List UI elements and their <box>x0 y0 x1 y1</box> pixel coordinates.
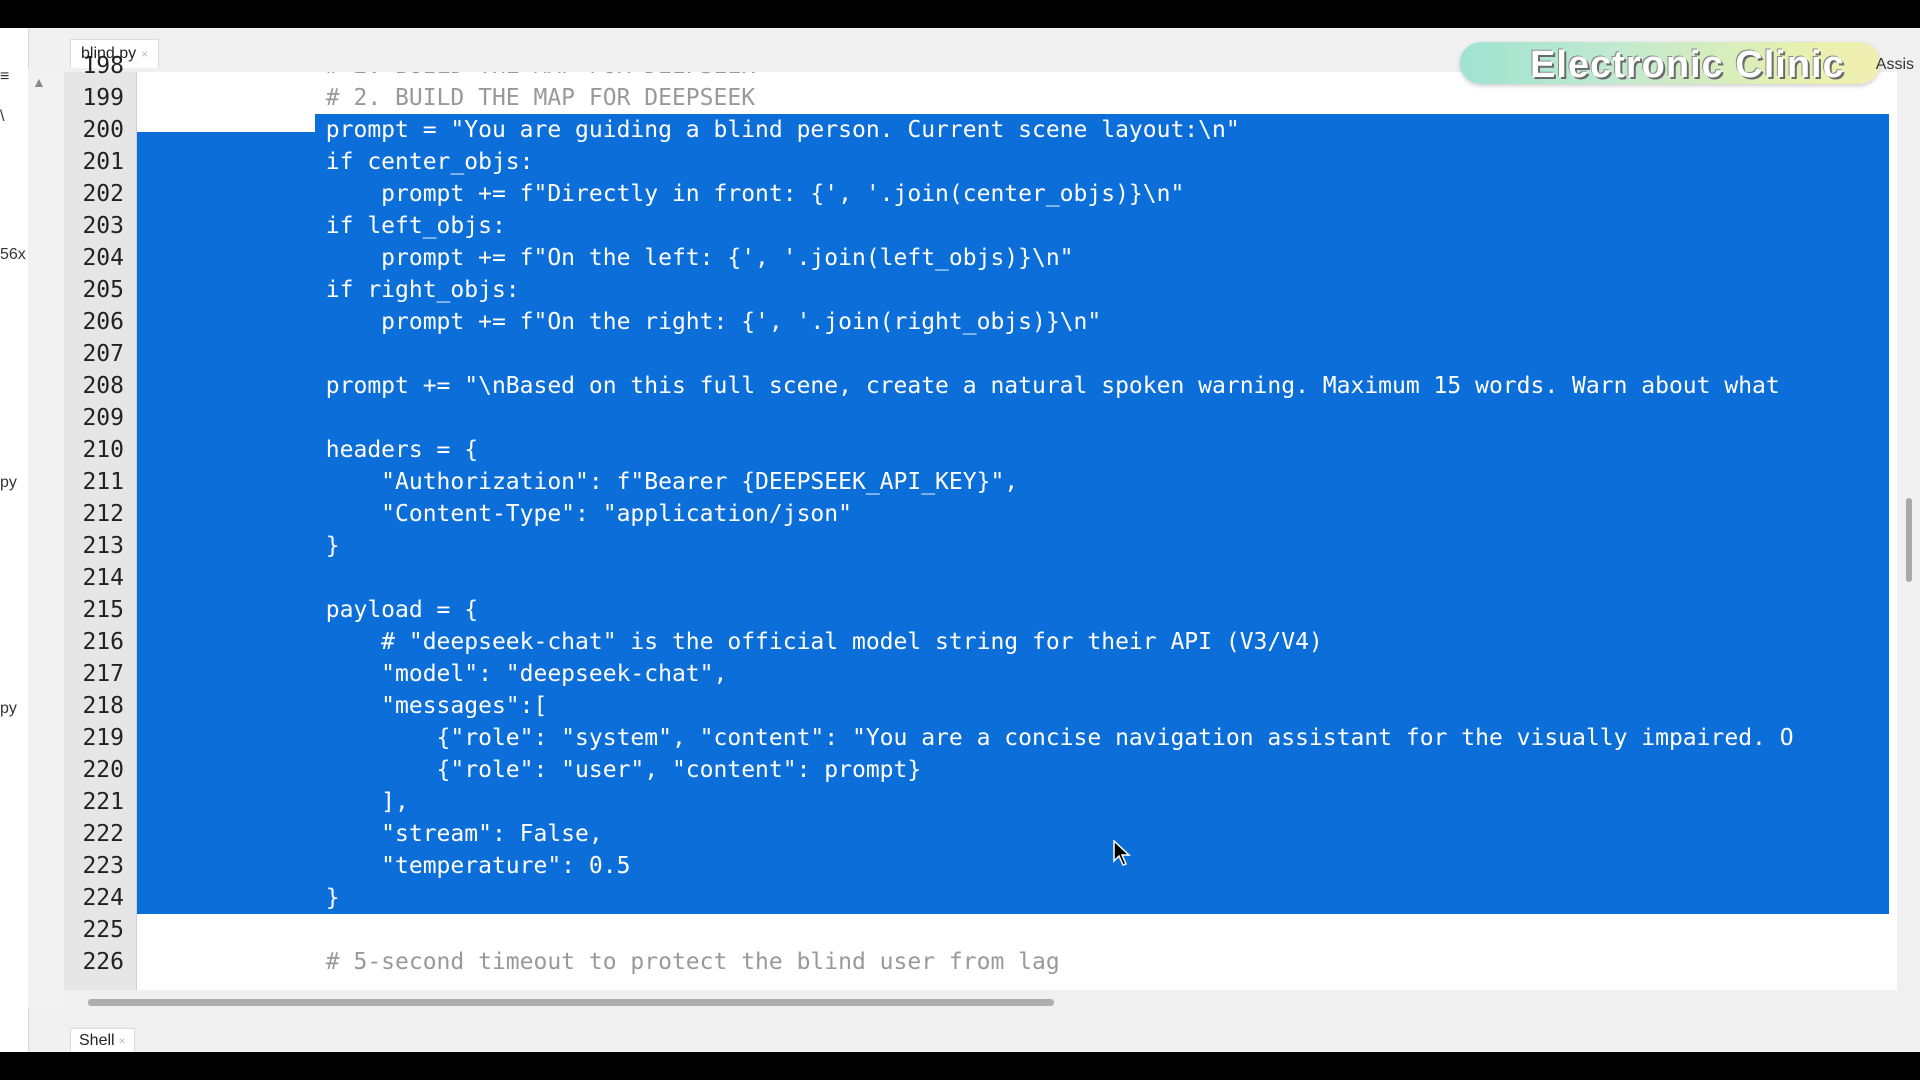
line-number: 220 <box>82 757 124 783</box>
code-line[interactable]: if left_objs: <box>215 210 506 242</box>
code-line[interactable]: # "deepseek-chat" is the official model … <box>215 626 1323 658</box>
files-pane-size-fragment: 56x <box>0 246 26 263</box>
close-icon[interactable]: × <box>141 47 148 61</box>
files-pane[interactable]: ≡ \ 56x py py <box>0 28 29 1052</box>
code-line[interactable]: prompt += "\nBased on this full scene, c… <box>215 370 1780 402</box>
code-line[interactable]: {"role": "system", "content": "You are a… <box>215 722 1794 754</box>
selection-highlight <box>137 402 1889 434</box>
screen-bottom-bar <box>0 1052 1920 1080</box>
shell-tab-label: Shell <box>79 1032 115 1049</box>
line-number: 214 <box>82 565 124 591</box>
line-number: 198 <box>82 53 124 79</box>
horizontal-scrollbar-thumb[interactable] <box>88 999 1054 1006</box>
line-number: 199 <box>82 85 124 111</box>
code-editor[interactable]: # 2. BUILD THE MAP FOR DEEPSEEK # 2. BUI… <box>137 72 1897 990</box>
line-number: 223 <box>82 853 124 879</box>
code-line[interactable]: if center_objs: <box>215 146 534 178</box>
code-line[interactable]: "temperature": 0.5 <box>215 850 630 882</box>
line-number: 221 <box>82 789 124 815</box>
code-line[interactable]: if right_objs: <box>215 274 520 306</box>
line-number: 208 <box>82 373 124 399</box>
line-number: 207 <box>82 341 124 367</box>
close-icon[interactable]: × <box>119 1034 126 1048</box>
editor-panel: blind.py × 198 199 200 201 202 203 204 205 206 207… <box>64 28 1912 1052</box>
files-pane-path-fragment: \ <box>0 108 5 125</box>
line-number: 204 <box>82 245 124 271</box>
line-number: 224 <box>82 885 124 911</box>
code-line[interactable]: "messages":[ <box>215 690 547 722</box>
files-pane-file-fragment[interactable]: py <box>0 700 17 718</box>
menu-icon[interactable]: ≡ <box>0 68 9 86</box>
code-line[interactable]: "model": "deepseek-chat", <box>215 658 727 690</box>
ide-window: ≡ \ 56x py py ▲ blind.py × 198 199 200 201 20… <box>0 28 1920 1054</box>
code-line[interactable]: prompt += f"Directly in front: {', '.joi… <box>215 178 1184 210</box>
line-number: 225 <box>82 917 124 943</box>
selection-highlight <box>137 882 1889 914</box>
assistant-panel-label[interactable]: Assis <box>1876 56 1914 74</box>
code-line[interactable]: prompt += f"On the right: {', '.join(rig… <box>215 306 1101 338</box>
code-line[interactable]: headers = { <box>215 434 478 466</box>
line-number: 202 <box>82 181 124 207</box>
line-number: 213 <box>82 533 124 559</box>
code-line[interactable]: # 2. BUILD THE MAP FOR DEEPSEEK <box>215 82 755 114</box>
line-number: 205 <box>82 277 124 303</box>
channel-watermark-logo: Electronic Clinic Assis <box>1460 42 1914 86</box>
line-number: 219 <box>82 725 124 751</box>
shell-tab[interactable]: Shell × <box>70 1028 135 1054</box>
selection-highlight <box>137 530 1889 562</box>
line-number: 200 <box>82 117 124 143</box>
code-line[interactable]: } <box>215 882 340 914</box>
mouse-pointer-icon <box>1113 840 1131 866</box>
line-number: 206 <box>82 309 124 335</box>
selection-highlight <box>137 338 1889 370</box>
selection-highlight <box>137 562 1889 594</box>
line-number: 210 <box>82 437 124 463</box>
line-number: 217 <box>82 661 124 687</box>
code-line[interactable]: "stream": False, <box>215 818 603 850</box>
code-line[interactable]: # 2. BUILD THE MAP FOR DEEPSEEK <box>215 72 755 82</box>
code-line[interactable]: payload = { <box>215 594 478 626</box>
code-line[interactable]: "Content-Type": "application/json" <box>215 498 852 530</box>
code-line[interactable]: {"role": "user", "content": prompt} <box>215 754 922 786</box>
line-number: 212 <box>82 501 124 527</box>
line-number: 218 <box>82 693 124 719</box>
line-number: 215 <box>82 597 124 623</box>
line-number: 222 <box>82 821 124 847</box>
line-number: 201 <box>82 149 124 175</box>
line-number: 209 <box>82 405 124 431</box>
line-number: 211 <box>82 469 124 495</box>
scroll-up-arrow-icon[interactable]: ▲ <box>32 74 46 90</box>
line-number: 203 <box>82 213 124 239</box>
code-line[interactable]: prompt += f"On the left: {', '.join(left… <box>215 242 1073 274</box>
line-number: 226 <box>82 949 124 975</box>
code-line[interactable]: } <box>215 530 340 562</box>
line-number-gutter: 198 199 200 201 202 203 204 205 206 207 208 209 210 2… <box>64 53 137 990</box>
watermark-text: Electronic Clinic <box>1530 44 1845 86</box>
code-line[interactable]: # 5-second timeout to protect the blind … <box>215 946 1060 978</box>
code-line[interactable]: prompt = "You are guiding a blind person… <box>215 114 1240 146</box>
line-number: 216 <box>82 629 124 655</box>
horizontal-scrollbar[interactable] <box>64 990 1858 1012</box>
vertical-scrollbar-thumb[interactable] <box>1906 498 1912 582</box>
code-line[interactable]: "Authorization": f"Bearer {DEEPSEEK_API_… <box>215 466 1018 498</box>
files-pane-scrollbar[interactable]: ▲ <box>28 68 64 1008</box>
code-line[interactable]: ], <box>215 786 409 818</box>
screen-top-bar <box>0 0 1920 28</box>
files-pane-file-fragment[interactable]: py <box>0 474 17 492</box>
